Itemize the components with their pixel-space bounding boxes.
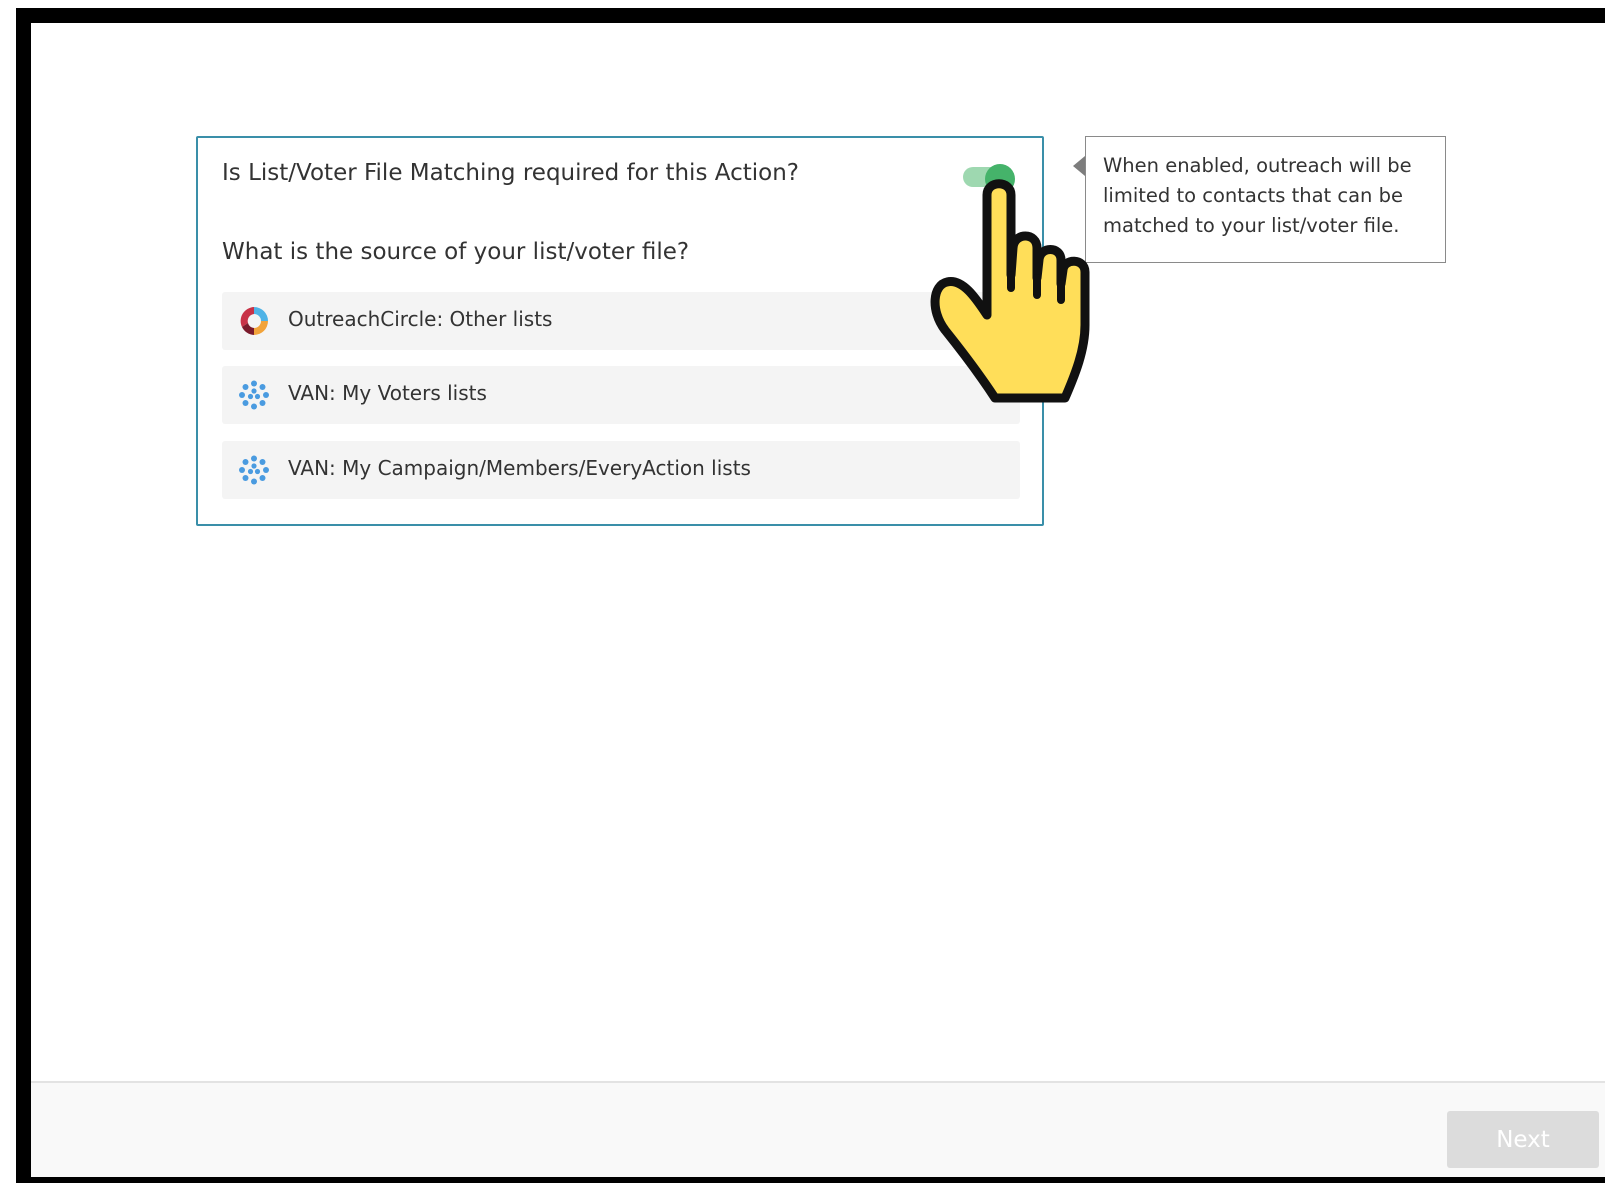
wizard-footer [31,1081,1605,1177]
window-frame-bottom [16,1177,1605,1183]
van-logo-icon [239,380,269,410]
list-matching-card: Is List/Voter File Matching required for… [196,136,1044,526]
frame-top-margin [0,0,1605,8]
source-option-label: OutreachCircle: Other lists [288,307,553,331]
source-option-label: VAN: My Voters lists [288,381,487,405]
matching-help-tooltip: When enabled, outreach will be limited t… [1085,136,1446,263]
van-logo-icon [239,455,269,485]
window-frame-left [16,8,31,1183]
source-option-outreachcircle[interactable]: OutreachCircle: Other lists [222,292,1020,350]
pointer-hand-icon [930,179,1090,403]
outreachcircle-logo-icon [240,307,268,335]
source-option-van-my-voters[interactable]: VAN: My Voters lists [222,366,1020,424]
list-source-question: What is the source of your list/voter fi… [222,239,690,265]
tooltip-text: When enabled, outreach will be limited t… [1103,154,1412,237]
window-frame-top [16,8,1605,23]
source-option-label: VAN: My Campaign/Members/EveryAction lis… [288,456,751,480]
source-option-van-my-campaign[interactable]: VAN: My Campaign/Members/EveryAction lis… [222,441,1020,499]
next-button[interactable]: Next [1447,1111,1599,1168]
matching-required-question: Is List/Voter File Matching required for… [222,160,799,186]
